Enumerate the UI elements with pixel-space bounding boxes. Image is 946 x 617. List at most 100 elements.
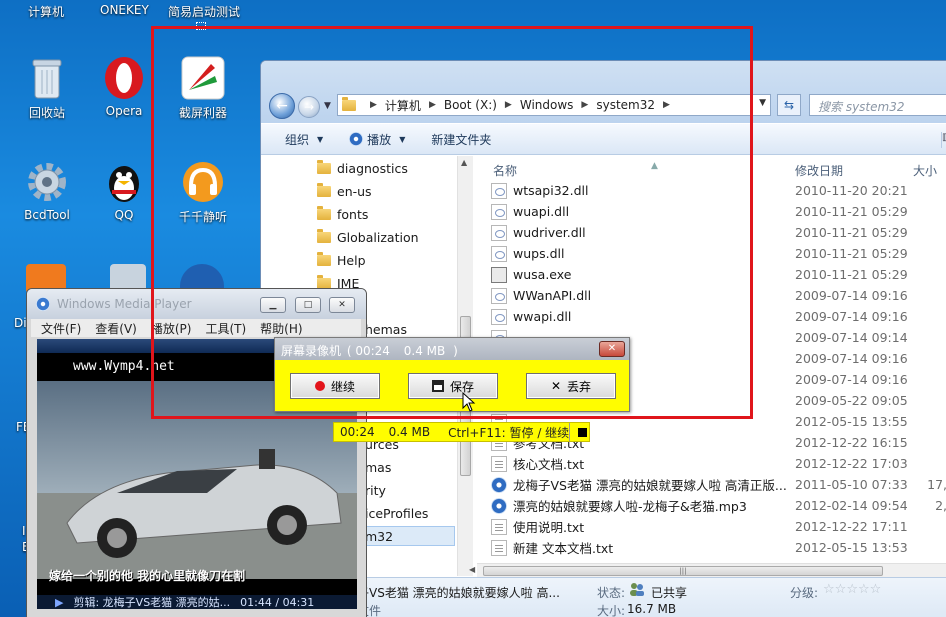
menu-help[interactable]: 帮助(H) — [260, 320, 302, 337]
bcdtool-shortcut[interactable]: BcdTool — [9, 160, 85, 222]
column-header-name[interactable]: 名称 ▲ — [493, 161, 658, 179]
file-row[interactable]: wwapi.dll 2009-07-14 09:16 — [491, 306, 946, 327]
scroll-left-icon[interactable]: ◀ — [469, 565, 475, 574]
forward-button[interactable]: → — [298, 96, 320, 118]
opera-shortcut[interactable]: Opera — [86, 56, 162, 118]
file-date: 2009-07-14 09:14 — [795, 330, 908, 345]
recorder-title: 屏幕录像机 — [281, 344, 342, 358]
search-input[interactable]: 搜索 system32 — [809, 94, 946, 116]
file-date: 2012-05-15 13:53 — [795, 540, 908, 555]
rating-stars[interactable]: ☆☆☆☆☆ — [823, 582, 881, 597]
refresh-button[interactable]: ⇆ — [777, 94, 801, 116]
breadcrumb-item[interactable]: 计算机 — [385, 97, 421, 114]
ttplayer-shortcut[interactable]: 千千静听 — [165, 160, 241, 225]
file-date: 2009-07-14 09:16 — [795, 288, 908, 303]
desktop-label-easy-launch[interactable]: 简易启动测试 — [168, 3, 240, 20]
new-folder-button[interactable]: 新建文件夹 — [431, 131, 491, 148]
desktop-label-onekey[interactable]: ONEKEY — [100, 3, 149, 17]
views-icon[interactable]: ▥ — [941, 132, 946, 148]
close-button[interactable]: ✕ — [599, 341, 625, 357]
record-dot-icon — [314, 381, 325, 391]
organize-button[interactable]: 组织 ▼ — [285, 131, 323, 148]
save-button[interactable]: 保存 — [408, 373, 498, 399]
tree-folder[interactable]: diagnostics — [317, 158, 408, 178]
discard-button[interactable]: ✕ 丢弃 — [526, 373, 616, 399]
file-date: 2012-05-15 13:55 — [795, 414, 908, 429]
file-row[interactable]: 龙梅子VS老猫 漂亮的姑娘就要嫁人啦 高清正版... 2011-05-10 07:… — [491, 474, 946, 495]
recorder-titlebar[interactable]: 屏幕录像机 ( 00:24 0.4 MB ) — [275, 338, 629, 360]
file-row[interactable]: 漂亮的姑娘就要嫁人啦-龙梅子&老猫.mp3 2012-02-14 09:54 2,1 — [491, 495, 946, 516]
chevron-right-icon: ▶ — [370, 100, 377, 110]
breadcrumb-item[interactable]: Boot (X:) — [444, 98, 497, 112]
tree-folder[interactable]: Help — [317, 250, 366, 270]
file-name: wtsapi32.dll — [513, 183, 589, 198]
file-row[interactable]: 核心文档.txt 2012-12-22 17:03 — [491, 453, 946, 474]
stop-icon — [578, 427, 587, 437]
star-icon[interactable]: ☆ — [835, 582, 847, 597]
maximize-button[interactable]: □ — [295, 297, 321, 313]
address-bar[interactable]: ▶ 计算机 ▶ Boot (X:) ▶ Windows ▶ system32 ▶… — [337, 94, 771, 116]
tree-folder[interactable]: rity — [365, 480, 386, 500]
close-button[interactable]: ✕ — [329, 297, 355, 313]
screenshot-tool-shortcut[interactable]: 截屏利器 — [165, 56, 241, 121]
continue-button[interactable]: 继续 — [290, 373, 380, 399]
file-row[interactable]: 使用说明.txt 2012-12-22 17:11 — [491, 516, 946, 537]
folder-icon — [317, 274, 331, 289]
folder-icon — [342, 96, 356, 111]
play-icon[interactable]: ▶ — [55, 596, 63, 609]
file-size: 5 — [905, 204, 946, 219]
desktop-label-computer[interactable]: 计算机 — [28, 3, 64, 20]
menu-file[interactable]: 文件(F) — [41, 320, 81, 337]
tree-folder[interactable]: en-us — [317, 181, 372, 201]
column-header-date[interactable]: 修改日期 — [795, 162, 843, 179]
tree-folder[interactable]: mas — [365, 457, 391, 477]
horizontal-scrollbar[interactable]: ◀ ||| — [469, 563, 946, 577]
star-icon[interactable]: ☆ — [823, 582, 835, 597]
file-name: 新建 文本文档.txt — [513, 541, 614, 556]
scroll-up-icon[interactable]: ▲ — [461, 158, 467, 167]
file-size: 3 — [905, 267, 946, 282]
file-date: 2009-07-14 09:16 — [795, 309, 908, 324]
player-time: 01:44 / 04:31 — [240, 595, 315, 609]
file-row[interactable]: 新建 文本文档.txt 2012-05-15 13:53 — [491, 537, 946, 558]
menu-play[interactable]: 播放(P) — [151, 320, 192, 337]
file-date: 2012-12-22 17:11 — [795, 519, 908, 534]
file-name: 龙梅子VS老猫 漂亮的姑娘就要嫁人啦 高清正版... — [513, 478, 787, 493]
recent-pages-dropdown[interactable]: ▼ — [324, 101, 331, 111]
tree-folder[interactable]: Globalization — [317, 227, 419, 247]
tree-folder[interactable]: hemas — [365, 319, 407, 339]
tree-folder-selected[interactable]: m32 — [361, 526, 455, 546]
column-header-size[interactable]: 大小 — [913, 162, 937, 179]
discard-label: 丢弃 — [567, 379, 592, 394]
file-row[interactable]: WWanAPI.dll 2009-07-14 09:162 — [491, 285, 946, 306]
tree-folder[interactable]: fonts — [317, 204, 368, 224]
file-dll-icon — [491, 224, 507, 241]
recorder-size: 0.4 MB — [388, 425, 431, 439]
breadcrumb-item[interactable]: system32 — [596, 98, 655, 112]
app-icon-partial[interactable] — [180, 264, 224, 288]
file-dll-icon — [491, 203, 507, 220]
qq-shortcut[interactable]: QQ — [86, 160, 162, 222]
file-row[interactable]: wuapi.dll 2010-11-21 05:295 — [491, 201, 946, 222]
star-icon[interactable]: ☆ — [846, 582, 858, 597]
star-icon[interactable]: ☆ — [870, 582, 882, 597]
file-row[interactable]: wtsapi32.dll 2010-11-20 20:21 — [491, 180, 946, 201]
minimize-button[interactable]: ▁ — [260, 297, 286, 313]
file-row[interactable]: wudriver.dll 2010-11-21 05:29 — [491, 222, 946, 243]
play-button[interactable]: 播放 ▼ — [349, 131, 405, 148]
menu-view[interactable]: 查看(V) — [95, 320, 137, 337]
breadcrumb-item[interactable]: Windows — [520, 98, 574, 112]
tree-folder[interactable]: iceProfiles — [365, 503, 428, 523]
recycle-bin-shortcut[interactable]: 回收站 — [9, 56, 85, 121]
scrollbar-thumb[interactable]: ||| — [483, 566, 883, 576]
stop-button[interactable] — [569, 423, 589, 441]
file-row[interactable]: wusa.exe 2010-11-21 05:293 — [491, 264, 946, 285]
menu-tools[interactable]: 工具(T) — [205, 320, 246, 337]
chevron-down-icon[interactable]: ▼ — [759, 98, 766, 108]
star-icon[interactable]: ☆ — [858, 582, 870, 597]
media-icon — [349, 132, 364, 146]
file-row[interactable]: wups.dll 2010-11-21 05:29 — [491, 243, 946, 264]
chevron-right-icon: ▶ — [581, 100, 589, 110]
screen-recorder-dialog[interactable]: 屏幕录像机 ( 00:24 0.4 MB ) ✕ 继续 保存 ✕ 丢弃 — [274, 337, 630, 412]
back-button[interactable]: ← — [269, 93, 295, 119]
